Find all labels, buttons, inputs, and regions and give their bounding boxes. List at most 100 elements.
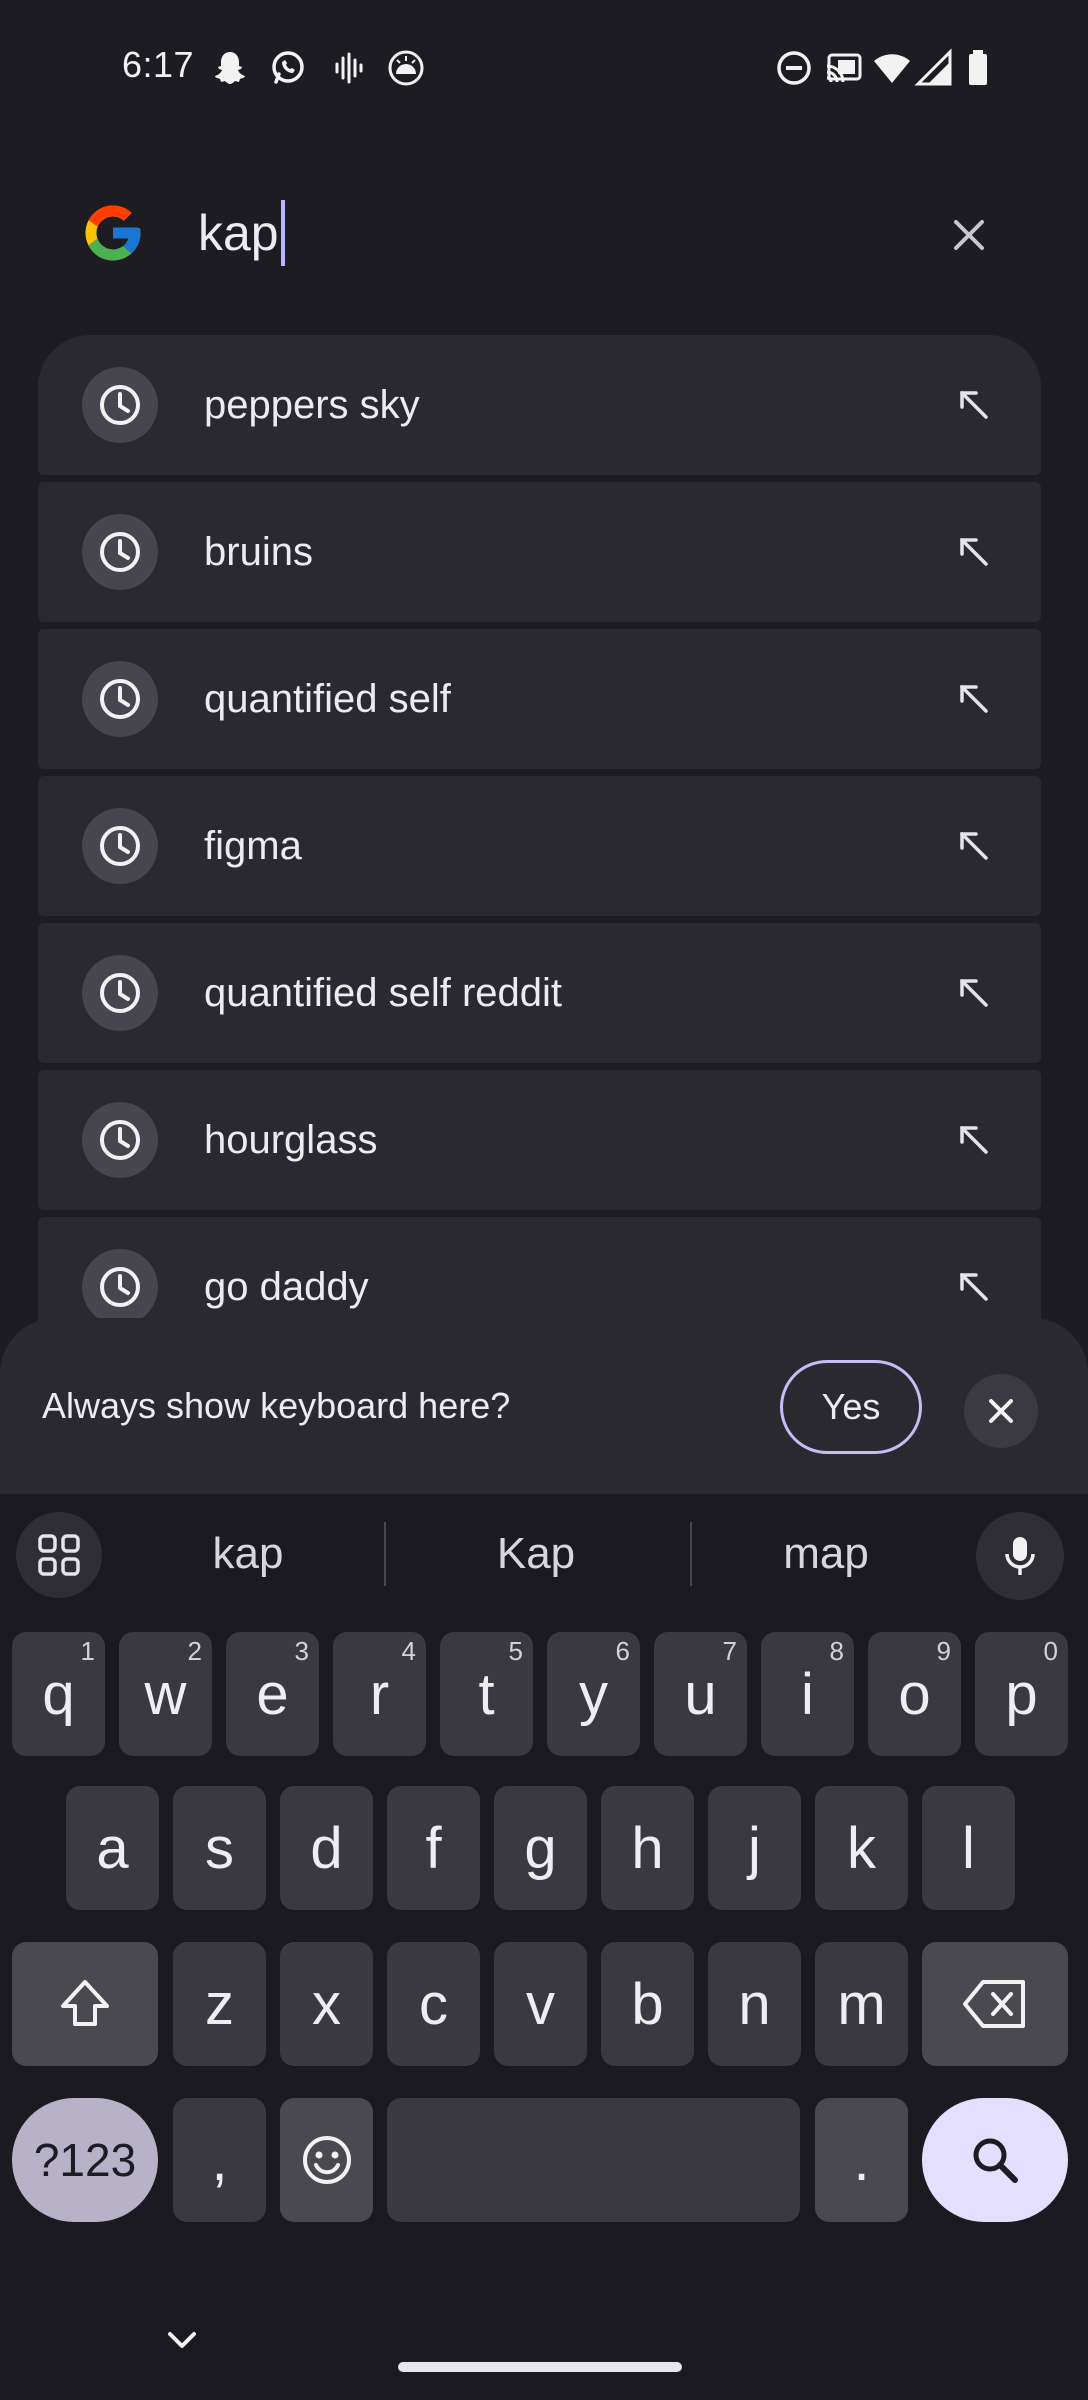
key-v[interactable]: v	[494, 1942, 587, 2066]
key-e[interactable]: e3	[226, 1632, 319, 1756]
key-label: c	[419, 1971, 448, 2037]
signal-icon	[914, 48, 954, 88]
key-label: x	[312, 1971, 341, 2037]
key-label: j	[748, 1815, 761, 1881]
key-o[interactable]: o9	[868, 1632, 961, 1756]
key-label: ,	[211, 2127, 228, 2193]
key-label: y	[579, 1661, 608, 1727]
suggestion-item[interactable]: quantified self reddit	[38, 923, 1041, 1063]
emoji-icon	[299, 2132, 355, 2188]
hide-keyboard-chevron-icon[interactable]	[162, 2320, 202, 2360]
word-suggestion[interactable]: map	[726, 1494, 926, 1614]
backspace-icon	[961, 1978, 1029, 2030]
suggestion-item[interactable]: hourglass	[38, 1070, 1041, 1210]
google-logo-icon	[80, 200, 146, 266]
key-n[interactable]: n	[708, 1942, 801, 2066]
microphone-icon[interactable]	[976, 1512, 1064, 1600]
key-hint: 8	[829, 1636, 844, 1666]
key-z[interactable]: z	[173, 1942, 266, 2066]
key-b[interactable]: b	[601, 1942, 694, 2066]
fill-arrow-icon[interactable]	[956, 975, 992, 1011]
key-x[interactable]: x	[280, 1942, 373, 2066]
status-time: 6:17	[122, 44, 195, 85]
key-y[interactable]: y6	[547, 1632, 640, 1756]
text-caret	[280, 200, 285, 266]
fill-arrow-icon[interactable]	[956, 681, 992, 717]
key-d[interactable]: d	[280, 1786, 373, 1910]
suggestion-item[interactable]: peppers sky	[38, 335, 1041, 475]
apps-grid-icon[interactable]	[16, 1512, 102, 1598]
key-l[interactable]: l	[922, 1786, 1015, 1910]
key-w[interactable]: w2	[119, 1632, 212, 1756]
search-input[interactable]: kap	[198, 200, 285, 266]
key-label: e	[256, 1661, 289, 1727]
backspace-key[interactable]	[922, 1942, 1068, 2066]
key-hint: 7	[722, 1636, 737, 1666]
key-label: v	[526, 1971, 555, 2037]
suggestion-divider	[384, 1522, 386, 1586]
key-m[interactable]: m	[815, 1942, 908, 2066]
key-label: n	[738, 1971, 771, 2037]
fill-arrow-icon[interactable]	[956, 387, 992, 423]
home-gesture-bar[interactable]	[398, 2362, 682, 2372]
status-bar: 6:17	[0, 0, 1088, 134]
do-not-disturb-icon	[774, 48, 814, 88]
suggestion-item[interactable]: bruins	[38, 482, 1041, 622]
suggestion-text: hourglass	[204, 1118, 378, 1162]
key-f[interactable]: f	[387, 1786, 480, 1910]
search-key[interactable]	[922, 2098, 1068, 2222]
dismiss-prompt-icon[interactable]	[964, 1374, 1038, 1448]
key-label: w	[144, 1661, 187, 1727]
suggestion-text: bruins	[204, 530, 313, 574]
fill-arrow-icon[interactable]	[956, 1269, 992, 1305]
key-label: i	[801, 1661, 814, 1727]
key-i[interactable]: i8	[761, 1632, 854, 1756]
key-c[interactable]: c	[387, 1942, 480, 2066]
word-suggestion[interactable]: kap	[148, 1494, 348, 1614]
key-label: p	[1005, 1661, 1038, 1727]
shift-key[interactable]	[12, 1942, 158, 2066]
key-label: a	[96, 1815, 129, 1881]
key-s[interactable]: s	[173, 1786, 266, 1910]
key-label: h	[631, 1815, 664, 1881]
key-p[interactable]: p0	[975, 1632, 1068, 1756]
key-hint: 1	[80, 1636, 95, 1666]
space-bar[interactable]	[387, 2098, 800, 2222]
key-r[interactable]: r4	[333, 1632, 426, 1756]
wifi-icon	[872, 48, 912, 88]
history-clock-icon	[82, 514, 158, 590]
key-j[interactable]: j	[708, 1786, 801, 1910]
key-k[interactable]: k	[815, 1786, 908, 1910]
key-label: r	[369, 1661, 390, 1727]
key-hint: 2	[187, 1636, 202, 1666]
emoji-key[interactable]	[280, 2098, 373, 2222]
fill-arrow-icon[interactable]	[956, 828, 992, 864]
key-g[interactable]: g	[494, 1786, 587, 1910]
key-label: f	[425, 1815, 442, 1881]
fill-arrow-icon[interactable]	[956, 534, 992, 570]
key-label: l	[962, 1815, 975, 1881]
key-label: z	[205, 1971, 234, 2037]
search-bar[interactable]: kap	[0, 170, 1088, 296]
key-hint: 9	[936, 1636, 951, 1666]
period-key[interactable]: .	[815, 2098, 908, 2222]
key-hint: 3	[294, 1636, 309, 1666]
suggestion-item[interactable]: figma	[38, 776, 1041, 916]
symbols-key[interactable]: ?123	[12, 2098, 158, 2222]
whatsapp-icon	[268, 48, 308, 88]
key-h[interactable]: h	[601, 1786, 694, 1910]
comma-key[interactable]: ,	[173, 2098, 266, 2222]
history-clock-icon	[82, 367, 158, 443]
key-q[interactable]: q1	[12, 1632, 105, 1756]
key-t[interactable]: t5	[440, 1632, 533, 1756]
fill-arrow-icon[interactable]	[956, 1122, 992, 1158]
key-label: g	[524, 1815, 557, 1881]
suggestion-item[interactable]: quantified self	[38, 629, 1041, 769]
key-a[interactable]: a	[66, 1786, 159, 1910]
key-label: t	[478, 1661, 495, 1727]
word-suggestion[interactable]: Kap	[436, 1494, 636, 1614]
snapchat-icon	[210, 48, 250, 88]
key-u[interactable]: u7	[654, 1632, 747, 1756]
yes-button[interactable]: Yes	[780, 1360, 922, 1454]
clear-search-icon[interactable]	[944, 210, 994, 260]
